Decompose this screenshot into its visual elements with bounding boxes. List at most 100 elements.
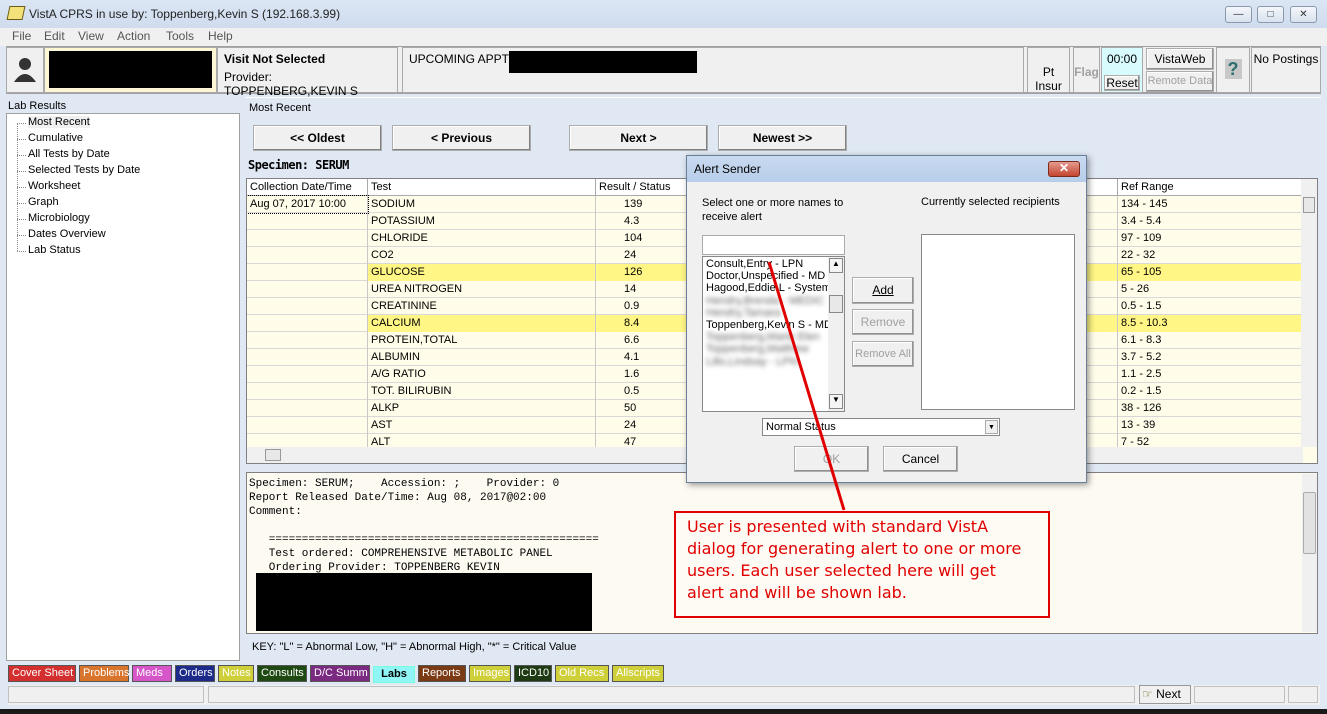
tree-item-dates-overview[interactable]: Dates Overview — [28, 228, 106, 240]
column-header-date[interactable]: Collection Date/Time — [247, 179, 368, 196]
abnormal-key-legend: KEY: "L" = Abnormal Low, "H" = Abnormal … — [252, 641, 577, 653]
cell-ref-range: 5 - 26 — [1118, 281, 1303, 298]
upcoming-appts-panel[interactable]: UPCOMING APPTS: — [402, 47, 1024, 93]
next-notification-button[interactable]: ☞ Next — [1139, 685, 1191, 704]
names-listbox[interactable]: Consult,Entry - LPN Doctor,Unspecified - … — [702, 256, 845, 412]
name-list-item[interactable]: Lillo,Lindsay - LPN — [706, 356, 828, 368]
menu-view[interactable]: View — [78, 29, 104, 43]
column-header-result[interactable]: Result / Status — [596, 179, 688, 196]
name-list-item[interactable]: Hendry,Tamara — [706, 307, 828, 319]
grid-vertical-scrollbar[interactable] — [1301, 179, 1317, 447]
visit-panel[interactable]: Visit Not Selected Provider: TOPPENBERG,… — [217, 47, 398, 98]
chevron-down-icon[interactable]: ▼ — [985, 420, 998, 434]
tree-item-selected-tests-by-date[interactable]: Selected Tests by Date — [28, 164, 140, 176]
tree-item-graph[interactable]: Graph — [28, 196, 59, 208]
name-list-item[interactable]: Consult,Entry - LPN — [706, 258, 828, 270]
tab-consults[interactable]: Consults — [257, 665, 307, 682]
menu-action[interactable]: Action — [117, 29, 150, 43]
name-list-item[interactable]: Hagood,Eddie L - System — [706, 282, 828, 294]
tab-meds[interactable]: Meds — [132, 665, 172, 682]
redacted-report-section — [256, 573, 592, 631]
reset-button[interactable]: Reset — [1104, 75, 1140, 91]
cell-collection-date — [247, 349, 368, 366]
tab-old-recs[interactable]: Old Recs — [555, 665, 609, 682]
menu-help[interactable]: Help — [208, 29, 233, 43]
scroll-thumb[interactable] — [829, 295, 843, 313]
column-header-test[interactable]: Test — [368, 179, 596, 196]
cell-ref-range: 1.1 - 2.5 — [1118, 366, 1303, 383]
cell-collection-date — [247, 417, 368, 434]
name-list-item[interactable]: Hendry,Brenda - MEDIC — [706, 295, 828, 307]
cell-collection-date — [247, 366, 368, 383]
cell-collection-date: Aug 07, 2017 10:00 — [247, 195, 369, 214]
scroll-up-icon[interactable]: ▲ — [829, 258, 843, 273]
names-scrollbar[interactable]: ▲ ▼ — [828, 257, 844, 411]
newest-button[interactable]: Newest >> — [718, 125, 847, 151]
dialog-close-button[interactable]: ✕ — [1048, 161, 1080, 177]
alert-status-select[interactable]: Normal Status ▼ — [762, 418, 1000, 436]
menu-file[interactable]: File — [12, 29, 31, 43]
scroll-down-icon[interactable]: ▼ — [829, 394, 843, 409]
person-silhouette-icon — [14, 58, 36, 82]
remove-button[interactable]: Remove — [852, 309, 914, 335]
remove-all-button[interactable]: Remove All — [852, 341, 914, 367]
tree-item-lab-status[interactable]: Lab Status — [28, 244, 81, 256]
tab-allscripts[interactable]: Allscripts — [612, 665, 664, 682]
tree-item-worksheet[interactable]: Worksheet — [28, 180, 80, 192]
tab-orders[interactable]: Orders — [175, 665, 215, 682]
ok-button[interactable]: OK — [794, 446, 869, 472]
name-search-input[interactable] — [702, 235, 845, 255]
tab-cover-sheet[interactable]: Cover Sheet — [8, 665, 76, 682]
remote-data-button[interactable]: Remote Data — [1146, 71, 1214, 92]
tree-connector — [17, 219, 26, 220]
tree-item-microbiology[interactable]: Microbiology — [28, 212, 90, 224]
specimen-label: Specimen: SERUM — [248, 158, 349, 172]
flag-button[interactable]: Flag — [1073, 47, 1100, 93]
add-button[interactable]: Add — [852, 277, 914, 304]
pt-insur-button[interactable]: Pt Insur — [1027, 47, 1070, 93]
name-list-item[interactable]: Toppenberg,Matthew — [706, 343, 828, 355]
tree-connector — [17, 123, 26, 124]
tab-notes[interactable]: Notes — [218, 665, 254, 682]
scroll-thumb[interactable] — [1303, 492, 1316, 554]
previous-button[interactable]: < Previous — [392, 125, 531, 151]
dialog-title-bar[interactable]: Alert Sender — [687, 156, 1086, 182]
tab-labs[interactable]: Labs — [373, 666, 415, 683]
tab-problems[interactable]: Problems — [79, 665, 129, 682]
cell-collection-date — [247, 281, 368, 298]
cancel-button[interactable]: Cancel — [883, 446, 958, 472]
scroll-thumb[interactable] — [1303, 197, 1315, 213]
next-button[interactable]: Next > — [569, 125, 708, 151]
tab-d-c-summ[interactable]: D/C Summ — [310, 665, 370, 682]
tab-reports[interactable]: Reports — [418, 665, 466, 682]
name-list-item[interactable]: Toppenberg,Kevin S - MD — [706, 319, 828, 331]
postings-label: No Postings — [1253, 52, 1319, 66]
selected-recipients-list[interactable] — [921, 234, 1075, 410]
patient-name-panel[interactable] — [44, 47, 217, 93]
report-scrollbar[interactable] — [1302, 474, 1317, 632]
close-window-button[interactable]: ✕ — [1290, 6, 1317, 23]
tab-icd10[interactable]: ICD10 — [514, 665, 552, 682]
scroll-thumb[interactable] — [265, 449, 281, 461]
maximize-button[interactable]: □ — [1257, 6, 1284, 23]
oldest-button[interactable]: << Oldest — [253, 125, 382, 151]
cell-ref-range: 3.7 - 5.2 — [1118, 349, 1303, 366]
status-panel — [8, 686, 204, 703]
vistaweb-button[interactable]: VistaWeb — [1146, 48, 1214, 70]
menu-edit[interactable]: Edit — [44, 29, 65, 43]
tab-images[interactable]: Images — [469, 665, 511, 682]
column-header-ref-range[interactable]: Ref Range — [1118, 179, 1303, 196]
name-list-item[interactable]: Toppenberg,Marie Elen — [706, 331, 828, 343]
cell-test: CREATININE — [368, 298, 596, 315]
tree-connector — [17, 251, 26, 252]
patient-photo-button[interactable] — [6, 47, 44, 93]
help-button[interactable]: ? — [1216, 47, 1250, 93]
name-list-item[interactable]: Doctor,Unspecified - MD — [706, 270, 828, 282]
tree-item-cumulative[interactable]: Cumulative — [28, 132, 83, 144]
minimize-button[interactable]: — — [1225, 6, 1252, 23]
tree-item-all-tests-by-date[interactable]: All Tests by Date — [28, 148, 110, 160]
menu-tools[interactable]: Tools — [166, 29, 194, 43]
cell-test: UREA NITROGEN — [368, 281, 596, 298]
tree-item-most-recent[interactable]: Most Recent — [28, 116, 90, 128]
postings-button[interactable]: No Postings — [1251, 47, 1321, 93]
